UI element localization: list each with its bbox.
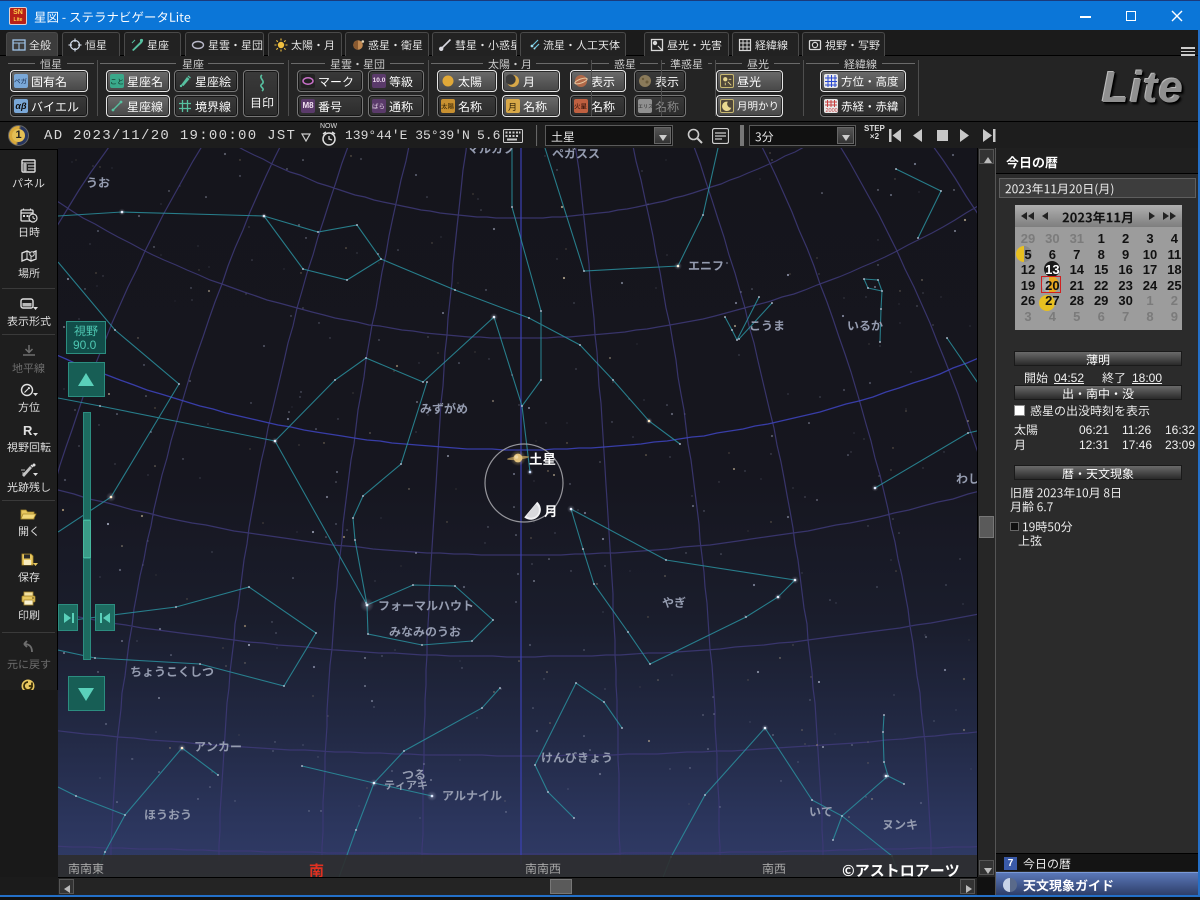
- svg-text:2000: 2000: [826, 108, 838, 113]
- svg-text:R: R: [23, 423, 33, 438]
